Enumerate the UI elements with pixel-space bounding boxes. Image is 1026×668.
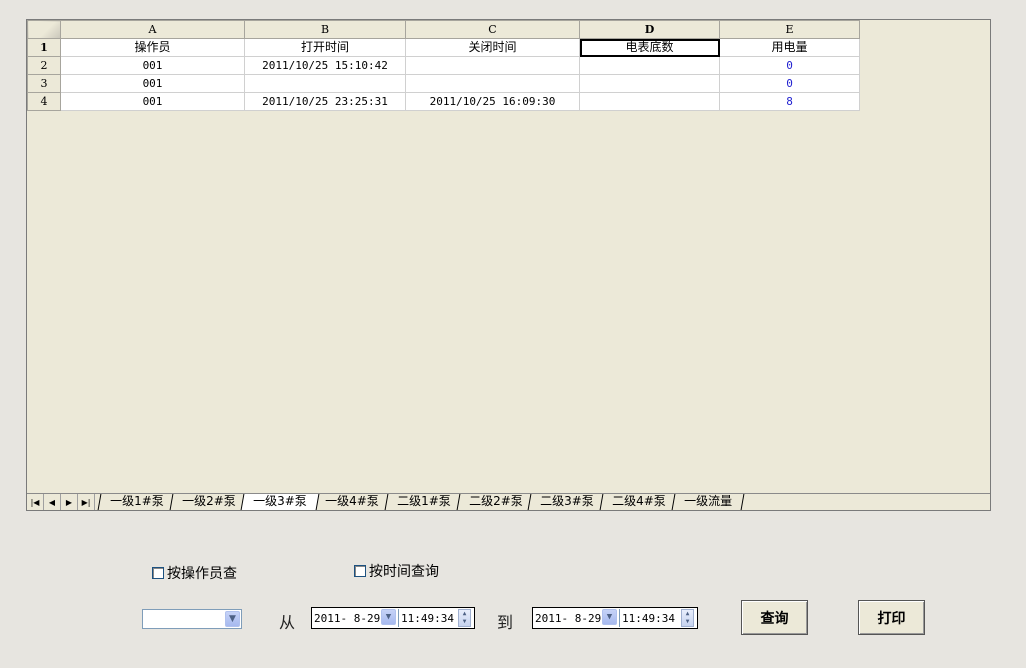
row-header[interactable]: 4 xyxy=(27,92,61,111)
column-header-d[interactable]: D xyxy=(579,20,720,39)
cell[interactable]: 0 xyxy=(719,74,860,93)
sheet-tab[interactable]: 二级4#泵 xyxy=(599,494,679,510)
column-header-b[interactable]: B xyxy=(244,20,406,39)
sheet-tab[interactable]: 二级3#泵 xyxy=(527,494,607,510)
row-header[interactable]: 2 xyxy=(27,56,61,75)
from-label: 从 xyxy=(279,613,296,632)
cell[interactable]: 0 xyxy=(719,56,860,75)
chevron-down-icon[interactable]: ▼ xyxy=(381,609,396,625)
to-time[interactable]: 11:49:34 xyxy=(622,612,675,625)
from-datetime-picker[interactable]: 2011- 8-29 ▼ 11:49:34 ▲ ▼ xyxy=(311,607,475,629)
by-time-checkbox[interactable]: 按时间查询 xyxy=(354,561,439,581)
prev-sheet-icon[interactable]: ◀ xyxy=(44,494,61,510)
sheet-tab-bar: |◀ ◀ ▶ ▶| 一级1#泵 一级2#泵 一级3#泵 一级4#泵 二级1#泵 … xyxy=(27,493,990,510)
sheet-tab[interactable]: 一级流量 xyxy=(671,494,745,510)
by-time-label: 按时间查询 xyxy=(369,564,439,580)
to-label: 到 xyxy=(497,613,514,632)
table-row: 2 001 2011/10/25 15:10:42 0 xyxy=(27,56,860,75)
divider xyxy=(619,609,620,627)
cell[interactable]: 8 xyxy=(719,92,860,111)
column-header-c[interactable]: C xyxy=(405,20,580,39)
cell[interactable]: 操作员 xyxy=(60,38,245,57)
column-header-e[interactable]: E xyxy=(719,20,860,39)
cell[interactable] xyxy=(579,56,720,75)
sheet-tab[interactable]: 一级1#泵 xyxy=(97,494,177,510)
by-operator-label: 按操作员查 xyxy=(167,566,237,582)
cell[interactable]: 打开时间 xyxy=(244,38,406,57)
checkbox-box[interactable] xyxy=(152,567,164,579)
next-sheet-icon[interactable]: ▶ xyxy=(61,494,78,510)
cell[interactable]: 2011/10/25 15:10:42 xyxy=(244,56,406,75)
table-row: 4 001 2011/10/25 23:25:31 2011/10/25 16:… xyxy=(27,92,860,111)
cell[interactable]: 关闭时间 xyxy=(405,38,580,57)
cell[interactable]: 001 xyxy=(60,74,245,93)
cell[interactable] xyxy=(405,74,580,93)
sheet-tab-active[interactable]: 一级3#泵 xyxy=(240,494,320,510)
time-spinner-icon[interactable]: ▲ ▼ xyxy=(681,609,694,627)
spreadsheet-grid[interactable]: A B C D E 1 操作员 打开时间 关闭时间 电表底数 用电量 2 001… xyxy=(27,20,860,111)
query-button[interactable]: 查询 xyxy=(741,600,808,635)
last-sheet-icon[interactable]: ▶| xyxy=(78,494,95,510)
cell[interactable]: 用电量 xyxy=(719,38,860,57)
table-row: 3 001 0 xyxy=(27,74,860,93)
sheet-tab[interactable]: 一级4#泵 xyxy=(312,494,392,510)
chevron-down-icon[interactable]: ▼ xyxy=(602,609,617,625)
cell[interactable]: 001 xyxy=(60,56,245,75)
to-date[interactable]: 2011- 8-29 xyxy=(535,612,601,625)
cell[interactable] xyxy=(579,74,720,93)
select-all-corner[interactable] xyxy=(27,20,61,39)
first-sheet-icon[interactable]: |◀ xyxy=(27,494,44,510)
to-datetime-picker[interactable]: 2011- 8-29 ▼ 11:49:34 ▲ ▼ xyxy=(532,607,698,629)
cell[interactable] xyxy=(579,92,720,111)
spreadsheet[interactable]: A B C D E 1 操作员 打开时间 关闭时间 电表底数 用电量 2 001… xyxy=(26,19,991,511)
checkbox-box[interactable] xyxy=(354,565,366,577)
row-header[interactable]: 1 xyxy=(27,38,61,57)
operator-select[interactable]: ▼ xyxy=(142,609,242,629)
cell[interactable]: 2011/10/25 23:25:31 xyxy=(244,92,406,111)
row-header[interactable]: 3 xyxy=(27,74,61,93)
divider xyxy=(398,609,399,627)
cell[interactable]: 2011/10/25 16:09:30 xyxy=(405,92,580,111)
chevron-down-icon[interactable]: ▼ xyxy=(225,611,240,627)
sheet-tab[interactable]: 二级2#泵 xyxy=(456,494,535,510)
sheet-tab[interactable]: 一级2#泵 xyxy=(169,494,248,510)
from-time[interactable]: 11:49:34 xyxy=(401,612,454,625)
cell[interactable] xyxy=(405,56,580,75)
cell[interactable] xyxy=(244,74,406,93)
from-date[interactable]: 2011- 8-29 xyxy=(314,612,380,625)
print-button[interactable]: 打印 xyxy=(858,600,925,635)
time-spinner-icon[interactable]: ▲ ▼ xyxy=(458,609,471,627)
cell[interactable]: 001 xyxy=(60,92,245,111)
sheet-tab[interactable]: 二级1#泵 xyxy=(384,494,463,510)
by-operator-checkbox[interactable]: 按操作员查 xyxy=(152,563,237,583)
column-header-a[interactable]: A xyxy=(60,20,245,39)
selected-cell[interactable]: 电表底数 xyxy=(579,38,720,57)
table-row: 1 操作员 打开时间 关闭时间 电表底数 用电量 xyxy=(27,38,860,57)
